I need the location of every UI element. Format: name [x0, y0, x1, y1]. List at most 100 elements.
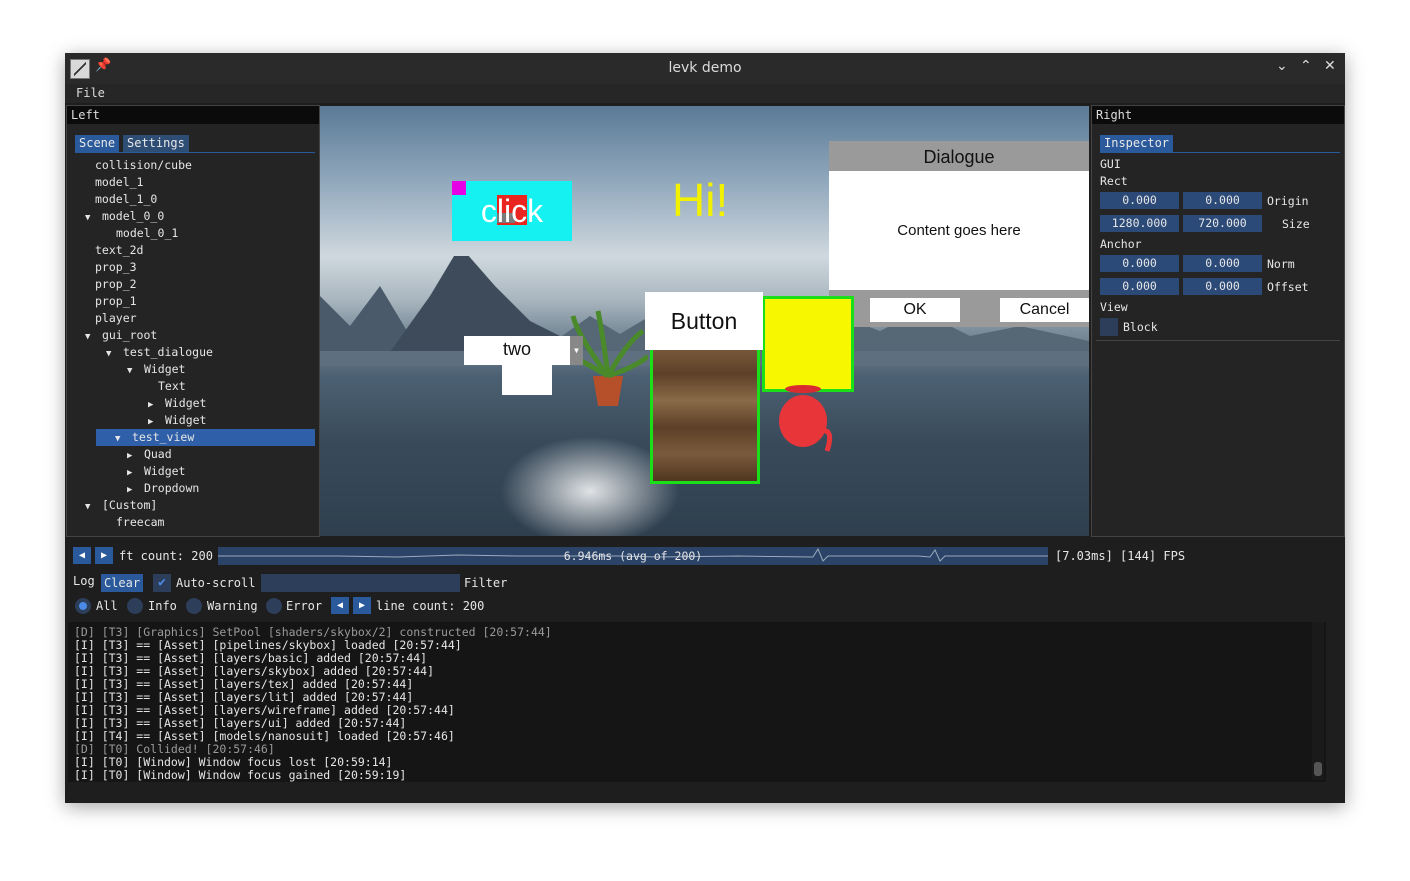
yellow-cube	[762, 296, 854, 392]
clear-button[interactable]: Clear	[101, 574, 143, 592]
radio-info[interactable]	[127, 598, 143, 614]
right-panel: Right Inspector GUI Rect 0.000 0.000 Ori…	[1091, 105, 1345, 537]
size-label: Size	[1282, 217, 1310, 231]
tree-node-label: Widget	[164, 413, 207, 427]
tab-scene[interactable]: Scene	[75, 135, 120, 152]
tree-node[interactable]: ▼ model_0_0	[85, 208, 164, 225]
title-bar: 📌 levk demo ⌄ ⌃ ✕	[65, 53, 1345, 84]
tree-node[interactable]: collision/cube	[95, 157, 192, 174]
log-line: [I] [T0] [Window] Window focus gained [2…	[74, 768, 407, 782]
tree-node[interactable]: ▶ Widget	[127, 463, 185, 480]
chevron-down-icon[interactable]: ▾	[570, 336, 583, 365]
ok-button[interactable]: OK	[870, 298, 960, 322]
tree-node[interactable]: ▶ Quad	[127, 446, 172, 463]
tree-node[interactable]: model_1_0	[95, 191, 157, 208]
scene-viewport[interactable]: click Hi! Dialogue Content goes here OK …	[320, 106, 1089, 536]
cancel-button[interactable]: Cancel	[1000, 298, 1089, 322]
tree-node[interactable]: model_1	[95, 174, 143, 191]
expanded-arrow-icon[interactable]: ▼	[127, 363, 137, 380]
tree-node[interactable]: ▶ Widget	[148, 395, 206, 412]
tree-node[interactable]: ▼ test_dialogue	[106, 344, 213, 361]
norm-label: Norm	[1267, 257, 1295, 271]
tree-node[interactable]: ▶ Widget	[148, 412, 206, 429]
autoscroll-checkbox[interactable]: ✔	[153, 574, 171, 592]
expanded-arrow-icon[interactable]: ▼	[85, 210, 95, 227]
dialogue-body: Content goes here	[829, 171, 1089, 290]
tree-node-label: test_dialogue	[122, 345, 213, 359]
button-widget[interactable]: Button	[645, 292, 763, 350]
view-label: View	[1100, 300, 1128, 314]
log-line: [D] [T3] [Graphics] SetPool [shaders/sky…	[74, 625, 552, 639]
offset-x-field[interactable]: 0.000	[1100, 278, 1179, 295]
tree-node[interactable]: ▼ test_view	[96, 429, 315, 446]
tree-node-label: Widget	[164, 396, 207, 410]
size-y-field[interactable]: 720.000	[1183, 215, 1262, 232]
tree-node-label: model_1_0	[95, 192, 158, 206]
tree-node-label: Dropdown	[143, 481, 200, 495]
origin-y-field[interactable]: 0.000	[1183, 192, 1262, 209]
tree-node-label: freecam	[116, 515, 165, 529]
size-x-field[interactable]: 1280.000	[1100, 215, 1179, 232]
tree-node-label: [Custom]	[101, 498, 158, 512]
menu-bar: File	[65, 84, 1345, 103]
log-label: Log	[73, 574, 95, 588]
norm-x-field[interactable]: 0.000	[1100, 255, 1179, 272]
tree-node-label: Widget	[143, 464, 186, 478]
maximize-icon[interactable]: ⌃	[1300, 58, 1312, 74]
line-count-decrease[interactable]: ◀	[331, 597, 349, 614]
log-line: [I] [T3] == [Asset] [layers/wireframe] a…	[74, 703, 455, 717]
filter-input[interactable]	[261, 574, 460, 592]
block-checkbox[interactable]	[1100, 318, 1118, 336]
tree-node[interactable]: ▼ [Custom]	[85, 497, 157, 514]
expanded-arrow-icon[interactable]: ▼	[115, 431, 125, 448]
origin-x-field[interactable]: 0.000	[1100, 192, 1179, 209]
log-line: [I] [T0] [Window] Window focus lost [20:…	[74, 755, 393, 769]
window-title: levk demo	[668, 60, 742, 76]
expanded-arrow-icon[interactable]: ▼	[106, 346, 116, 363]
dropdown-value: two	[502, 339, 531, 359]
tree-node[interactable]: player	[95, 310, 137, 327]
tree-node[interactable]: ▼ Widget	[127, 361, 185, 378]
radio-warning-label: Warning	[207, 599, 258, 613]
radio-all[interactable]	[75, 598, 91, 614]
log-scrollbar[interactable]	[1312, 622, 1324, 780]
tree-node[interactable]: prop_1	[95, 293, 137, 310]
hi-text: Hi!	[672, 174, 729, 226]
tree-node-label: player	[95, 311, 137, 325]
radio-warning[interactable]	[186, 598, 202, 614]
line-count-increase[interactable]: ▶	[353, 597, 371, 614]
line-count: line count: 200	[376, 599, 485, 613]
dialogue: Dialogue Content goes here OK Cancel	[829, 141, 1089, 327]
next-frame-button[interactable]: ▶	[95, 547, 113, 564]
tree-node[interactable]: ▼ gui_root	[85, 327, 157, 344]
log-line: [I] [T3] == [Asset] [layers/tex] added […	[74, 677, 414, 691]
tree-node-label: model_0_1	[116, 226, 179, 240]
tree-node-label: Quad	[143, 447, 172, 461]
tree-node-label: model_1	[95, 175, 144, 189]
tree-node-label: prop_3	[95, 260, 137, 274]
dropdown[interactable]: two ▾	[464, 336, 583, 365]
tree-node[interactable]: text_2d	[95, 242, 143, 259]
frametime-graph: 6.946ms (avg of 200)	[218, 547, 1048, 565]
tree-node[interactable]: prop_3	[95, 259, 137, 276]
tree-node[interactable]: freecam	[116, 514, 164, 531]
tree-node[interactable]: ▶ Dropdown	[127, 480, 199, 497]
log-scroll-thumb[interactable]	[1314, 762, 1322, 776]
menu-file[interactable]: File	[76, 86, 105, 100]
tree-node[interactable]: Text	[158, 378, 186, 395]
norm-y-field[interactable]: 0.000	[1183, 255, 1262, 272]
tab-settings[interactable]: Settings	[123, 135, 189, 152]
minimize-icon[interactable]: ⌄	[1276, 58, 1288, 74]
close-icon[interactable]: ✕	[1324, 58, 1336, 74]
click-quad[interactable]: click	[452, 181, 572, 241]
offset-label: Offset	[1267, 280, 1309, 294]
tree-node[interactable]: prop_2	[95, 276, 137, 293]
expanded-arrow-icon[interactable]: ▼	[85, 329, 95, 346]
prev-frame-button[interactable]: ◀	[73, 547, 91, 564]
log-output[interactable]: [D] [T3] [Graphics] SetPool [shaders/sky…	[68, 622, 1326, 782]
tab-inspector[interactable]: Inspector	[1100, 135, 1174, 152]
expanded-arrow-icon[interactable]: ▼	[85, 499, 95, 516]
offset-y-field[interactable]: 0.000	[1183, 278, 1262, 295]
radio-error[interactable]	[266, 598, 282, 614]
tree-node[interactable]: model_0_1	[116, 225, 178, 242]
